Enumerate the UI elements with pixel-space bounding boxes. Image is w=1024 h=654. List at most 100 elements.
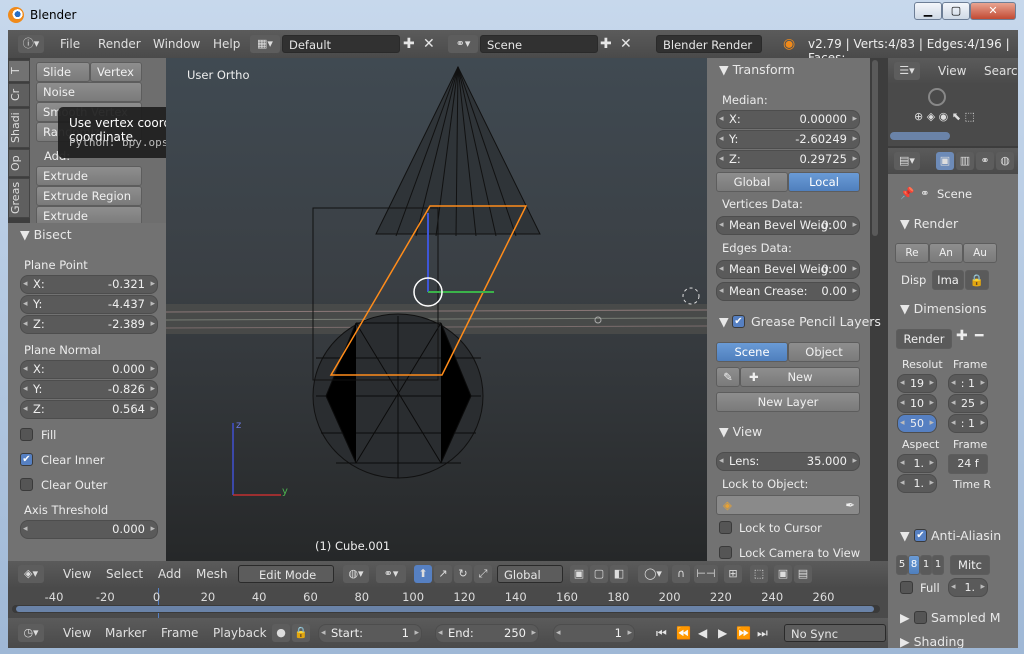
- lock-camera-checkbox[interactable]: [719, 546, 732, 559]
- local-toggle[interactable]: Local: [788, 172, 860, 192]
- frame-start[interactable]: : 1: [948, 374, 988, 393]
- menu-render[interactable]: Render: [98, 37, 141, 51]
- remove-preset-icon[interactable]: ━: [975, 328, 983, 344]
- render-layers-tab-icon[interactable]: ▥: [956, 152, 974, 170]
- plane-normal-x[interactable]: X: 0.000: [20, 360, 158, 379]
- outliner-search-menu[interactable]: Search: [984, 64, 1018, 78]
- edge-select-icon[interactable]: ▢: [590, 565, 608, 583]
- 3d-menu-add[interactable]: Add: [158, 567, 181, 581]
- frame-step[interactable]: : 1: [948, 414, 988, 433]
- close-button[interactable]: ✕: [970, 2, 1016, 20]
- properties-editor-icon[interactable]: ▤▾: [894, 152, 920, 170]
- resolution-x[interactable]: 19: [897, 374, 937, 393]
- opengl-render-icon[interactable]: ⬚: [750, 565, 768, 583]
- play-reverse-icon[interactable]: ◀: [698, 624, 707, 642]
- aa-filter-select[interactable]: Mitc: [950, 555, 990, 575]
- noise-button[interactable]: Noise: [36, 82, 142, 102]
- pin-icon[interactable]: 📌: [900, 186, 914, 200]
- outliner-editor-icon[interactable]: ☰▾: [894, 62, 920, 80]
- end-frame-field[interactable]: End: 250: [435, 624, 539, 643]
- properties-scrollbar[interactable]: [872, 60, 878, 236]
- grease-pencil-checkbox[interactable]: ✔: [732, 315, 745, 328]
- 3d-menu-select[interactable]: Select: [106, 567, 143, 581]
- 3d-editor-icon[interactable]: ◈▾: [18, 565, 44, 583]
- plane-normal-z[interactable]: Z: 0.564: [20, 400, 158, 419]
- jump-prev-key-icon[interactable]: ⏪: [676, 624, 691, 642]
- plane-point-y[interactable]: Y: -4.437: [20, 295, 158, 314]
- render-panel-title[interactable]: ▼ Render: [900, 216, 958, 231]
- extrude-button[interactable]: Extrude: [36, 166, 142, 186]
- jump-next-key-icon[interactable]: ⏩: [736, 624, 751, 642]
- scene-icon[interactable]: ⚭▾: [448, 35, 478, 53]
- render-preset-select[interactable]: Render: [896, 329, 952, 349]
- median-y[interactable]: Y: -2.60249: [716, 130, 860, 149]
- aa-samples-8[interactable]: 8: [908, 555, 920, 575]
- pivot-point-icon[interactable]: ⚭▾: [376, 565, 406, 583]
- snap-toggle-icon[interactable]: ∩: [672, 565, 690, 583]
- extrude-region-button[interactable]: Extrude Region: [36, 186, 142, 206]
- render-still-icon[interactable]: ▣: [774, 565, 792, 583]
- median-z[interactable]: Z: 0.29725: [716, 150, 860, 169]
- tab-shading[interactable]: Shadi: [8, 108, 30, 148]
- tab-tools[interactable]: T: [8, 60, 30, 82]
- add-preset-icon[interactable]: ✚: [956, 328, 968, 344]
- aa-samples-16[interactable]: 1: [932, 555, 944, 575]
- clear-inner-checkbox[interactable]: ✔: [20, 453, 33, 466]
- axis-threshold-field[interactable]: 0.000: [20, 520, 158, 539]
- bisect-title[interactable]: ▼ Bisect: [20, 227, 72, 242]
- outliner-scrollbar[interactable]: [890, 132, 950, 140]
- 3d-menu-view[interactable]: View: [63, 567, 91, 581]
- timeline-scroll-thumb[interactable]: [16, 606, 874, 612]
- sampled-motion-header[interactable]: ▶: [900, 610, 910, 625]
- sampled-motion-checkbox[interactable]: [914, 611, 927, 624]
- vertex-select-icon[interactable]: ▣: [570, 565, 588, 583]
- tab-create[interactable]: Cr: [8, 83, 30, 107]
- transform-title[interactable]: ▼ Transform: [719, 62, 795, 77]
- anti-aliasing-checkbox[interactable]: ✔: [914, 529, 927, 542]
- outliner-tree[interactable]: ⊕ ◈ ◉ ⬉ ⬚: [888, 84, 1018, 146]
- eyedropper-icon[interactable]: ✒: [845, 496, 855, 514]
- frame-rate-select[interactable]: 24 f: [948, 454, 988, 474]
- timeline-menu-view[interactable]: View: [63, 626, 91, 640]
- plane-point-x[interactable]: X: -0.321: [20, 275, 158, 294]
- display-select[interactable]: Ima: [932, 270, 964, 290]
- new-layer-button[interactable]: New Layer: [716, 392, 860, 412]
- scene-tab-icon[interactable]: ⚭: [976, 152, 994, 170]
- filter-size-field[interactable]: 1.: [948, 578, 988, 597]
- aspect-y[interactable]: 1.: [897, 474, 937, 493]
- shading-title[interactable]: ▶ Shading: [900, 634, 964, 648]
- grease-new-button[interactable]: ✚ New: [740, 367, 860, 387]
- sync-select[interactable]: No Sync: [784, 624, 886, 642]
- minimize-button[interactable]: ▁: [914, 2, 942, 20]
- manipulator-toggle-icon[interactable]: ⬆: [414, 565, 432, 583]
- grease-scene-toggle[interactable]: Scene: [716, 342, 788, 362]
- mode-select[interactable]: Edit Mode: [238, 565, 334, 583]
- tab-options[interactable]: Op: [8, 149, 30, 177]
- add-scene-icon[interactable]: ✚: [600, 35, 612, 53]
- world-tab-icon[interactable]: ◍: [996, 152, 1014, 170]
- render-audio-button[interactable]: Au: [963, 243, 997, 263]
- menu-window[interactable]: Window: [153, 37, 200, 51]
- aa-samples-5[interactable]: 5: [896, 555, 908, 575]
- median-x[interactable]: X: 0.00000: [716, 110, 860, 129]
- global-toggle[interactable]: Global: [716, 172, 788, 192]
- lock-interface-icon[interactable]: 🔒: [965, 270, 989, 290]
- current-frame-field[interactable]: 1: [553, 624, 635, 643]
- remove-layout-icon[interactable]: ✕: [423, 35, 435, 53]
- outliner-row-icons[interactable]: ⊕ ◈ ◉ ⬉ ⬚: [914, 110, 975, 123]
- clear-outer-checkbox[interactable]: [20, 478, 33, 491]
- timeline-menu-playback[interactable]: Playback: [213, 626, 267, 640]
- frame-end[interactable]: 25: [948, 394, 988, 413]
- translate-icon[interactable]: ↗: [434, 565, 452, 583]
- snap-target-icon[interactable]: ⊞: [724, 565, 742, 583]
- aspect-x[interactable]: 1.: [897, 454, 937, 473]
- info-editor-icon[interactable]: ⓘ▾: [18, 35, 44, 53]
- view-section-title[interactable]: ▼ View: [719, 424, 762, 439]
- timeline-area[interactable]: -40 -20 0 20 40 60 80 100 120 140 160 180 200 220 240 2…: [8, 588, 888, 618]
- lens-field[interactable]: Lens: 35.000: [716, 452, 860, 471]
- dimensions-title[interactable]: ▼ Dimensions: [900, 301, 987, 316]
- lock-object-field[interactable]: ◈ ✒: [716, 495, 860, 515]
- plane-normal-y[interactable]: Y: -0.826: [20, 380, 158, 399]
- jump-start-icon[interactable]: ⏮: [656, 624, 667, 642]
- plane-point-z[interactable]: Z: -2.389: [20, 315, 158, 334]
